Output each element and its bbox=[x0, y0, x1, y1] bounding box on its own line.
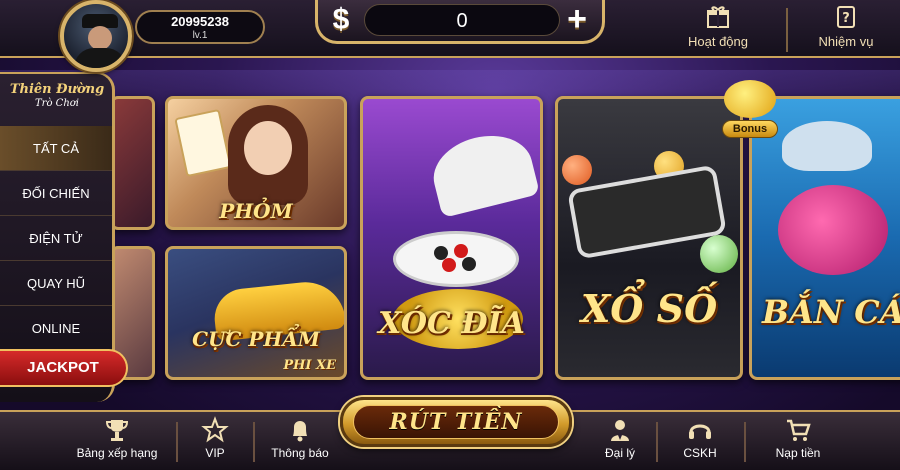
vip-button[interactable]: VIP bbox=[185, 416, 245, 470]
bonus-label: Bonus bbox=[722, 120, 778, 138]
add-coins-button[interactable]: + bbox=[560, 1, 594, 37]
svg-text:?: ? bbox=[842, 11, 850, 26]
bonus-badge[interactable]: Bonus bbox=[717, 80, 783, 142]
player-level: lv.1 bbox=[192, 30, 208, 41]
top-right-actions: Hoạt động ? Nhiệm vụ bbox=[668, 0, 900, 58]
fish-icon bbox=[778, 185, 888, 275]
support-button[interactable]: CSKH bbox=[670, 416, 730, 470]
avatar-face bbox=[88, 26, 112, 50]
shark-icon bbox=[782, 121, 872, 171]
bottom-divider bbox=[176, 422, 178, 462]
dealer-face bbox=[244, 121, 292, 175]
activity-button[interactable]: Hoạt động bbox=[668, 4, 768, 56]
leaderboard-label: Bảng xếp hạng bbox=[76, 446, 158, 460]
bell-icon bbox=[285, 416, 315, 444]
leaderboard-button[interactable]: Bảng xếp hạng bbox=[62, 416, 172, 470]
piggy-bank-icon bbox=[724, 80, 776, 118]
playing-cards-icon bbox=[174, 108, 232, 178]
game-title-ban-ca: BẮN CÁ bbox=[762, 293, 900, 331]
vip-star-icon bbox=[200, 416, 230, 444]
game-title-xo-so: XỔ SỐ bbox=[580, 286, 718, 331]
game-title-cuc-pham: CỰC PHẨM bbox=[192, 327, 320, 351]
bottom-divider bbox=[253, 422, 255, 462]
category-list: TẤT CẢ ĐỐI CHIẾN ĐIỆN TỬ QUAY HŨ ONLINE bbox=[0, 126, 112, 351]
brand-logo: Thiên Đường Trò Chơi bbox=[2, 82, 112, 122]
category-electronic[interactable]: ĐIỆN TỬ bbox=[0, 216, 112, 261]
plate-icon bbox=[393, 231, 519, 287]
gift-box-icon bbox=[705, 4, 731, 30]
agent-icon bbox=[605, 416, 635, 444]
balance-amount: 20995238 bbox=[171, 14, 229, 29]
bottom-divider bbox=[656, 422, 658, 462]
vip-label: VIP bbox=[205, 446, 225, 460]
notifications-button[interactable]: Thông báo bbox=[262, 416, 338, 470]
game-title-xoc-dia: XÓC ĐĨA bbox=[378, 306, 525, 341]
logo-line2: Trò Chơi bbox=[35, 98, 79, 109]
category-slots[interactable]: QUAY HŨ bbox=[0, 261, 112, 306]
coin-bar: $ 0 + bbox=[315, 0, 605, 44]
cart-icon bbox=[783, 416, 813, 444]
category-pvp[interactable]: ĐỐI CHIẾN bbox=[0, 171, 112, 216]
player-balance: 20995238 lv.1 bbox=[135, 10, 265, 44]
bottom-divider bbox=[744, 422, 746, 462]
category-online[interactable]: ONLINE bbox=[0, 306, 112, 351]
coin-amount: 0 bbox=[364, 4, 560, 36]
quest-scroll-icon: ? bbox=[833, 4, 859, 30]
agent-label: Đại lý bbox=[604, 446, 635, 460]
game-card-phom[interactable]: PHỎM bbox=[165, 96, 347, 230]
deposit-label: Nạp tiền bbox=[775, 446, 821, 460]
withdraw-label: RÚT TIỀN bbox=[353, 405, 559, 439]
game-card-xoc-dia[interactable]: XÓC ĐĨA bbox=[360, 96, 543, 380]
game-card-partial-top[interactable] bbox=[110, 96, 155, 230]
notifications-label: Thông báo bbox=[271, 446, 329, 460]
top-divider bbox=[786, 8, 788, 52]
player-avatar[interactable] bbox=[60, 0, 132, 72]
category-all[interactable]: TẤT CẢ bbox=[0, 126, 112, 171]
game-title-phom: PHỎM bbox=[219, 199, 293, 223]
trophy-icon bbox=[102, 416, 132, 444]
agent-button[interactable]: Đại lý bbox=[592, 416, 648, 470]
game-subtitle-phi-xe: PHI XE bbox=[283, 358, 336, 373]
game-card-xo-so[interactable]: XỔ SỐ bbox=[555, 96, 743, 380]
quest-button[interactable]: ? Nhiệm vụ bbox=[796, 4, 896, 56]
lottery-ball-icon bbox=[562, 155, 592, 185]
bowl-icon bbox=[426, 125, 540, 219]
game-card-phi-xe[interactable]: CỰC PHẨM PHI XE bbox=[165, 246, 347, 380]
activity-label: Hoạt động bbox=[688, 34, 748, 49]
withdraw-button[interactable]: RÚT TIỀN bbox=[340, 397, 572, 447]
logo-line1: Thiên Đường bbox=[9, 82, 105, 97]
deposit-button[interactable]: Nạp tiền bbox=[760, 416, 836, 470]
support-label: CSKH bbox=[683, 446, 717, 460]
jackpot-button[interactable]: JACKPOT bbox=[0, 349, 128, 387]
quest-label: Nhiệm vụ bbox=[818, 34, 874, 49]
lottery-ball-icon bbox=[700, 235, 738, 273]
headset-icon bbox=[685, 416, 715, 444]
dollar-icon: $ bbox=[332, 3, 350, 36]
